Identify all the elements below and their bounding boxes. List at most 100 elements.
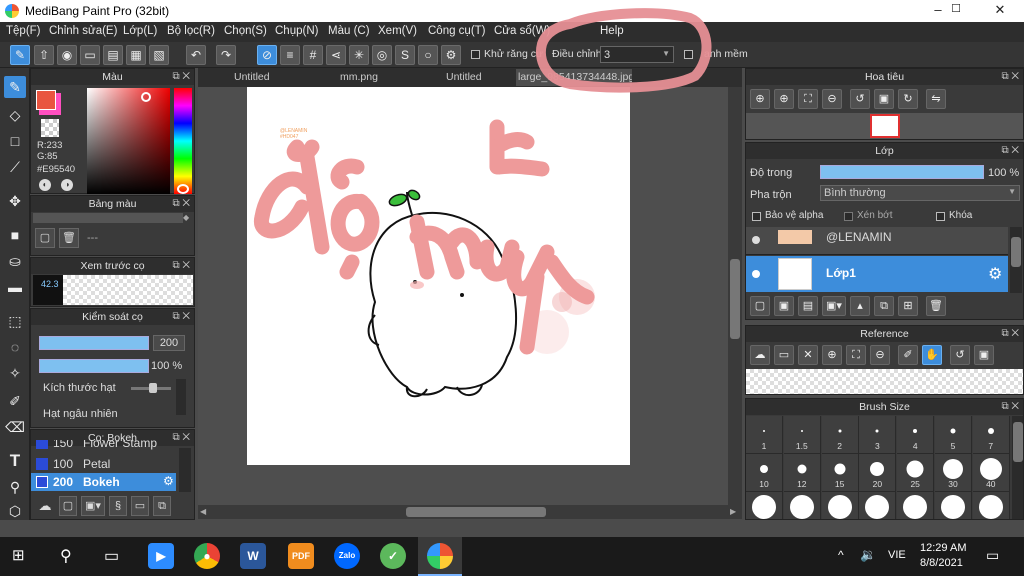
brush-size-cell[interactable]: 3 (859, 416, 897, 454)
brush-item-selected[interactable]: 200 Bokeh ⚙ (31, 473, 176, 491)
canvas-horizontal-scrollbar[interactable]: ◀ ▶ (198, 505, 742, 519)
volume-icon[interactable]: 🔉 (860, 547, 876, 563)
gradient-tool-icon[interactable]: ▬ (4, 276, 26, 298)
brush-size-value[interactable]: 200 (153, 335, 185, 351)
new-layer-alt-icon[interactable]: ▣ (774, 296, 794, 316)
panel-controls-icon[interactable]: ⧉ ✕ (172, 309, 190, 325)
reference-canvas[interactable] (746, 369, 1023, 394)
layout-icon[interactable]: ▧ (149, 45, 169, 65)
clipping-checkbox[interactable] (844, 212, 853, 221)
delete-layer-icon[interactable]: 🗑 (926, 296, 946, 316)
duplicate-brush-icon[interactable]: ⧉ (153, 496, 171, 516)
primary-color-swatch[interactable] (36, 90, 56, 110)
language-indicator[interactable]: VIE (888, 549, 906, 561)
layer-visibility-icon[interactable] (752, 270, 760, 278)
snap-off-icon[interactable]: ⊘ (257, 45, 277, 65)
rotate-right-icon[interactable]: ↻ (898, 89, 918, 109)
brush-opacity-slider[interactable] (39, 359, 149, 373)
select-eraser-tool-icon[interactable]: ⌫ (4, 416, 26, 438)
reference-zoom-out-icon[interactable]: ⊖ (870, 345, 890, 365)
palette-strip[interactable] (33, 213, 183, 223)
tab-mm-png[interactable]: mm.png (340, 71, 378, 83)
perspective-snap-icon[interactable]: ⋖ (326, 45, 346, 65)
tab-untitled-2[interactable]: Untitled (446, 71, 482, 83)
dot-size-knob[interactable] (149, 383, 157, 393)
add-brush-menu-icon[interactable]: ▣▾ (81, 496, 105, 516)
brush-size-cell[interactable] (897, 492, 935, 519)
drawing-canvas[interactable]: @LENAMIN #HD047 (247, 87, 630, 465)
fill-rect-tool-icon[interactable]: ■ (4, 224, 26, 246)
navigator-thumbnail[interactable] (870, 114, 900, 138)
brush-size-cell[interactable]: 7 (972, 416, 1010, 454)
menu-select[interactable]: Chọn(S) (224, 25, 267, 37)
brush-list-scrollbar[interactable] (179, 448, 191, 492)
panel-controls-icon[interactable]: ⧉ ✕ (1001, 326, 1019, 342)
zoom-app-icon[interactable]: ▶ (148, 543, 174, 569)
panel-controls-icon[interactable]: ⧉ ✕ (172, 69, 190, 85)
zoom-plus-icon[interactable]: ⊕ (774, 89, 794, 109)
reference-open-icon[interactable]: ▭ (774, 345, 794, 365)
undo-icon[interactable]: ↶ (186, 45, 206, 65)
brush-size-cell[interactable]: 5 (935, 416, 972, 454)
chrome-app-icon[interactable]: ● (194, 543, 220, 569)
dot-size-slider[interactable] (131, 383, 171, 393)
move-tool-icon[interactable]: ✥ (4, 190, 26, 212)
maximize-button[interactable]: ☐ (936, 2, 976, 20)
brush-item[interactable]: 150 Flower Stamp (31, 440, 176, 450)
duplicate-layer-icon[interactable]: ⧉ (874, 296, 894, 316)
page-icon[interactable]: ▤ (103, 45, 123, 65)
panel-controls-icon[interactable]: ⧉ ✕ (172, 258, 190, 274)
word-app-icon[interactable]: W (240, 543, 266, 569)
brush-size-cell[interactable]: 1 (746, 416, 783, 454)
panel-controls-icon[interactable]: ⧉ ✕ (1001, 399, 1019, 415)
brush-size-cell[interactable]: 15 (821, 454, 859, 492)
zoom-out-icon[interactable]: ⊖ (822, 89, 842, 109)
saturation-value-picker[interactable] (87, 88, 170, 194)
delete-palette-icon[interactable]: 🗑 (59, 228, 79, 248)
brush-script-icon[interactable]: § (109, 496, 127, 516)
zalo-app-icon[interactable]: Zalo (334, 543, 360, 569)
eyedropper-tool-icon[interactable]: ⚲ (4, 476, 26, 498)
hand-tool-icon[interactable]: ⬡ (4, 500, 26, 522)
reference-fit-icon[interactable]: ⛶ (846, 345, 866, 365)
brush-settings-icon[interactable]: ⚙ (163, 474, 174, 488)
panel-controls-icon[interactable]: ⧉ ✕ (172, 196, 190, 212)
menu-help[interactable]: Help (600, 25, 624, 37)
menu-edit[interactable]: Chỉnh sửa(E) (49, 25, 117, 37)
grid-snap-icon[interactable]: # (303, 45, 323, 65)
cloud-brush-icon[interactable]: ☁ (35, 496, 55, 516)
notification-icon[interactable]: ▭ (986, 547, 999, 564)
zoom-in-icon[interactable]: ⊕ (750, 89, 770, 109)
adjust-select[interactable]: 3 ▼ (600, 46, 674, 63)
brush-folder-icon[interactable]: ▭ (131, 496, 149, 516)
brush-size-cell[interactable] (859, 492, 897, 519)
new-layer-8bit-icon[interactable]: ▤ (798, 296, 818, 316)
menu-layer[interactable]: Lớp(L) (123, 25, 157, 37)
layer-opacity-slider[interactable] (820, 165, 984, 179)
actual-size-icon[interactable]: ▣ (874, 89, 894, 109)
navigator-preview[interactable] (746, 113, 1023, 139)
tab-untitled-1[interactable]: Untitled (234, 71, 270, 83)
menu-view[interactable]: Xem(V) (378, 25, 417, 37)
fit-icon[interactable]: ⛶ (798, 89, 818, 109)
reference-cloud-icon[interactable]: ☁ (750, 345, 770, 365)
scroll-right-icon[interactable]: ▶ (730, 507, 736, 516)
rectangle-tool-icon[interactable]: □ (4, 130, 26, 152)
add-palette-icon[interactable]: ▢ (35, 228, 55, 248)
lock-checkbox[interactable] (936, 212, 945, 221)
vertical-scroll-thumb[interactable] (730, 259, 740, 339)
antialias-checkbox[interactable] (471, 50, 480, 59)
reference-rotate-icon[interactable]: ↺ (950, 345, 970, 365)
search-icon[interactable]: ⚲ (60, 546, 72, 566)
brush-size-cell[interactable] (821, 492, 859, 519)
greenshot-app-icon[interactable]: ✓ (380, 543, 406, 569)
redo-icon[interactable]: ↷ (216, 45, 236, 65)
menu-capture[interactable]: Chụp(N) (275, 25, 318, 37)
panel-icon[interactable]: ▦ (126, 45, 146, 65)
dot-tool-icon[interactable]: ⟋ (4, 156, 26, 178)
magic-wand-tool-icon[interactable]: ✧ (4, 362, 26, 384)
snap-settings-icon[interactable]: ⚙ (441, 45, 461, 65)
layer-up-icon[interactable]: ▴ (850, 296, 870, 316)
add-layer-menu-icon[interactable]: ▣▾ (822, 296, 846, 316)
layer-row[interactable]: @LENAMIN (746, 227, 1008, 255)
